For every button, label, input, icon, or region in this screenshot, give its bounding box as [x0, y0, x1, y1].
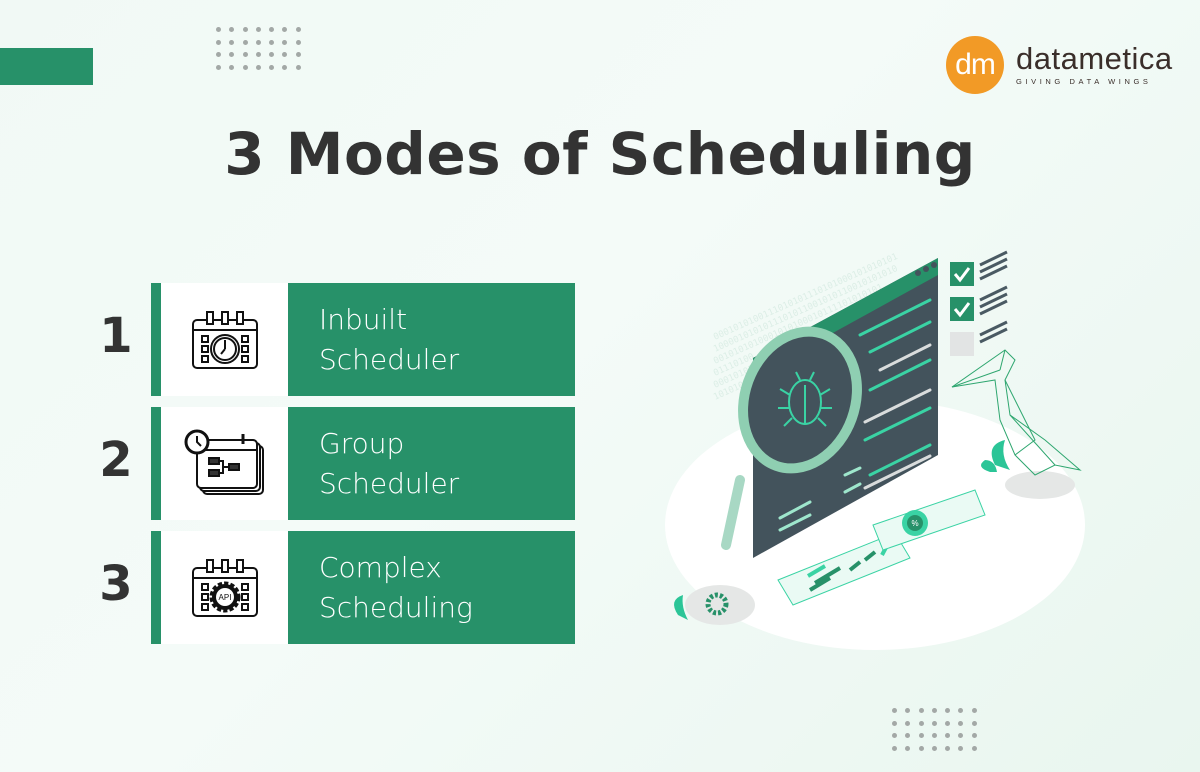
card-stripe	[151, 283, 161, 396]
mode-label-line2: Scheduler	[319, 342, 460, 376]
accent-bar	[0, 48, 93, 85]
page-title: 3 Modes of Scheduling	[224, 120, 976, 188]
debugging-illustration: 0001010100111010101110101000101010101 10…	[665, 250, 1085, 650]
calendar-clock-icon	[161, 283, 288, 396]
svg-text:API: API	[218, 593, 231, 602]
calendar-group-clock-icon	[161, 407, 288, 520]
card-stripe	[151, 407, 161, 520]
checklist	[950, 250, 1008, 356]
mode-label-line1: Complex	[319, 550, 442, 584]
dot-grid-top	[216, 27, 302, 70]
percent-symbol: %	[911, 519, 918, 528]
calendar-api-gear-icon: API	[161, 531, 288, 644]
mode-label-line1: Inbuilt	[319, 302, 408, 336]
mode-number: 1	[99, 308, 133, 364]
brand-name: datametica	[1016, 41, 1173, 76]
dot-grid-bottom	[892, 708, 978, 751]
mode-label-line2: Scheduling	[319, 590, 473, 624]
mode-label-line2: Scheduler	[319, 466, 460, 500]
mode-card-inbuilt: Inbuilt Scheduler	[151, 283, 575, 396]
logo-mark: dm	[946, 36, 1004, 94]
brand-tagline: GIVING DATA WINGS	[1016, 77, 1152, 86]
card-stripe	[151, 531, 161, 644]
mode-card-complex: API Complex Scheduling	[151, 531, 575, 644]
mode-number: 3	[99, 556, 133, 612]
gear-badge	[685, 585, 755, 625]
brand-logo: dm datametica GIVING DATA WINGS	[946, 36, 1173, 94]
mode-card-group: Group Scheduler	[151, 407, 575, 520]
mode-label-line1: Group	[319, 426, 405, 460]
mode-number: 2	[99, 432, 133, 488]
